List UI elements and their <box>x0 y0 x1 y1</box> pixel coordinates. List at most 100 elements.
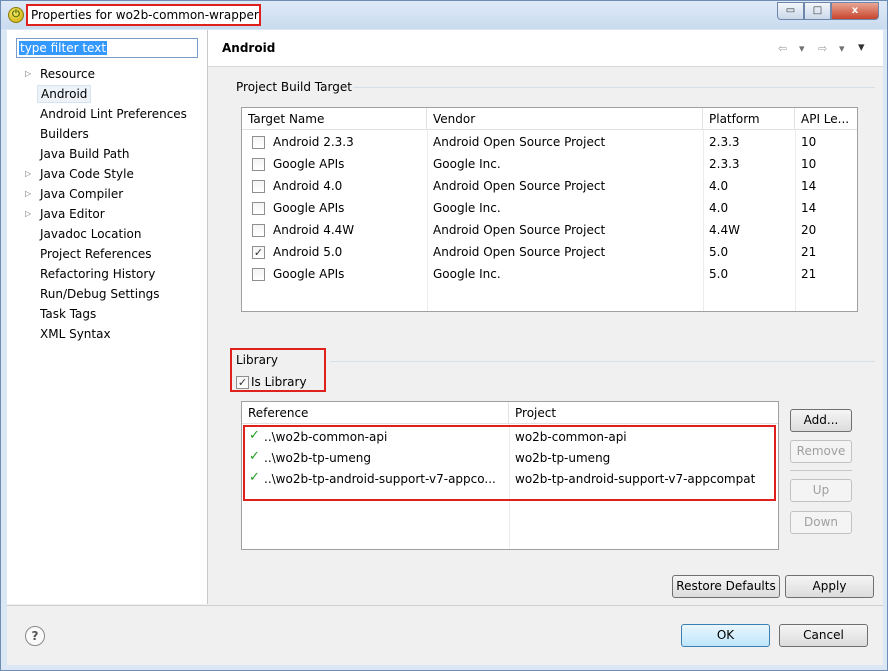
close-icon: x <box>851 5 859 16</box>
maximize-button[interactable]: □ <box>804 2 831 20</box>
column-divider <box>795 130 796 311</box>
build-target-table[interactable]: Target Name Vendor Platform API Le... An… <box>241 107 858 312</box>
apply-button[interactable]: Apply <box>785 575 874 598</box>
build-target-group-label: Project Build Target <box>236 80 352 94</box>
target-checkbox[interactable] <box>252 224 265 237</box>
target-api: 20 <box>801 223 817 237</box>
tree-item-java-code-style[interactable]: Java Code Style <box>40 165 134 183</box>
target-api: 10 <box>801 135 817 149</box>
tree-item-android[interactable]: Android <box>37 85 92 103</box>
back-menu-icon[interactable]: ▾ <box>799 42 805 55</box>
target-api: 10 <box>801 157 817 171</box>
page-header: Android ⇦ ▾ ⇨ ▾ ▾ <box>208 30 883 67</box>
remove-library-button[interactable]: Remove <box>790 440 852 463</box>
button-separator <box>790 470 852 471</box>
tree-item-android-lint[interactable]: Android Lint Preferences <box>40 105 187 123</box>
restore-defaults-button[interactable]: Restore Defaults <box>672 575 780 598</box>
column-divider <box>427 130 428 311</box>
target-checkbox[interactable] <box>252 136 265 149</box>
group-divider <box>353 87 875 88</box>
library-rows-highlight <box>243 425 776 501</box>
dialog-button-bar: ? OK Cancel <box>7 605 883 665</box>
forward-arrow-icon[interactable]: ⇨ <box>818 42 827 55</box>
close-button[interactable]: x <box>831 2 879 20</box>
target-checkbox[interactable] <box>252 268 265 281</box>
target-name: Android 4.4W <box>273 223 355 237</box>
column-header-target-name[interactable]: Target Name <box>242 108 427 130</box>
is-library-label[interactable]: Is Library <box>251 375 307 389</box>
target-vendor: Google Inc. <box>433 267 501 281</box>
tree-item-javadoc-location[interactable]: Javadoc Location <box>40 225 141 243</box>
cancel-button[interactable]: Cancel <box>779 624 868 647</box>
target-vendor: Android Open Source Project <box>433 179 606 193</box>
tree-item-java-editor[interactable]: Java Editor <box>40 205 105 223</box>
dialog-client: type filter text ▷ Resource Android Andr… <box>7 30 883 665</box>
target-platform: 5.0 <box>709 267 729 281</box>
target-api: 14 <box>801 201 817 215</box>
minimize-button[interactable]: ▭ <box>777 2 804 20</box>
target-checkbox[interactable] <box>252 202 265 215</box>
target-platform: 4.0 <box>709 201 729 215</box>
tree-item-task-tags[interactable]: Task Tags <box>40 305 96 323</box>
group-divider <box>330 361 875 362</box>
target-vendor: Google Inc. <box>433 157 501 171</box>
tree-item-refactoring-history[interactable]: Refactoring History <box>40 265 155 283</box>
page-title: Android <box>222 41 276 55</box>
target-api: 21 <box>801 245 817 259</box>
tree-item-java-compiler[interactable]: Java Compiler <box>40 185 123 203</box>
window-title: Properties for wo2b-common-wrapper <box>31 8 259 22</box>
expand-arrow-icon[interactable]: ▷ <box>25 165 35 183</box>
filter-input[interactable]: type filter text <box>16 38 198 58</box>
tree-item-run-debug-settings[interactable]: Run/Debug Settings <box>40 285 160 303</box>
title-highlight: Properties for wo2b-common-wrapper <box>26 4 261 26</box>
target-checkbox[interactable]: ✓ <box>252 246 265 259</box>
property-page: Android ⇦ ▾ ⇨ ▾ ▾ Project Build Target T… <box>208 30 883 604</box>
view-menu-icon[interactable]: ▾ <box>858 40 865 55</box>
add-library-button[interactable]: Add... <box>790 409 852 432</box>
library-group-label: Library <box>236 353 278 367</box>
target-name: Android 5.0 <box>273 245 343 259</box>
maximize-icon: □ <box>812 5 823 16</box>
help-icon[interactable]: ? <box>25 626 45 646</box>
target-vendor: Android Open Source Project <box>433 245 606 259</box>
down-button[interactable]: Down <box>790 511 852 534</box>
ok-button[interactable]: OK <box>681 624 770 647</box>
forward-menu-icon[interactable]: ▾ <box>839 42 845 55</box>
filter-text: type filter text <box>19 41 108 55</box>
target-platform: 5.0 <box>709 245 729 259</box>
target-name: Android 4.0 <box>273 179 343 193</box>
target-platform: 2.3.3 <box>709 157 740 171</box>
column-header-api-level[interactable]: API Le... <box>795 108 857 130</box>
expand-arrow-icon[interactable]: ▷ <box>25 205 35 223</box>
properties-window: ⏻ Properties for wo2b-common-wrapper ▭ □… <box>0 0 888 671</box>
target-checkbox[interactable] <box>252 180 265 193</box>
column-header-platform[interactable]: Platform <box>703 108 795 130</box>
target-platform: 4.0 <box>709 179 729 193</box>
column-header-vendor[interactable]: Vendor <box>427 108 703 130</box>
target-name: Google APIs <box>273 201 345 215</box>
target-platform: 2.3.3 <box>709 135 740 149</box>
is-library-checkbox[interactable]: ✓ <box>236 376 249 389</box>
eclipse-icon: ⏻ <box>8 7 24 23</box>
target-checkbox[interactable] <box>252 158 265 171</box>
target-name: Google APIs <box>273 157 345 171</box>
target-vendor: Google Inc. <box>433 201 501 215</box>
target-api: 21 <box>801 267 817 281</box>
back-arrow-icon[interactable]: ⇦ <box>778 42 787 55</box>
tree-item-xml-syntax[interactable]: XML Syntax <box>40 325 111 343</box>
tree-item-java-build-path[interactable]: Java Build Path <box>40 145 129 163</box>
target-name: Google APIs <box>273 267 345 281</box>
target-vendor: Android Open Source Project <box>433 223 606 237</box>
tree-item-resource[interactable]: Resource <box>40 65 95 83</box>
column-header-reference[interactable]: Reference <box>242 402 509 424</box>
expand-arrow-icon[interactable]: ▷ <box>25 185 35 203</box>
title-bar[interactable]: ⏻ Properties for wo2b-common-wrapper ▭ □… <box>1 1 887 29</box>
column-header-project[interactable]: Project <box>509 402 778 424</box>
target-platform: 4.4W <box>709 223 740 237</box>
tree-item-project-references[interactable]: Project References <box>40 245 152 263</box>
target-name: Android 2.3.3 <box>273 135 354 149</box>
tree-item-builders[interactable]: Builders <box>40 125 89 143</box>
expand-arrow-icon[interactable]: ▷ <box>25 65 35 83</box>
up-button[interactable]: Up <box>790 479 852 502</box>
target-api: 14 <box>801 179 817 193</box>
